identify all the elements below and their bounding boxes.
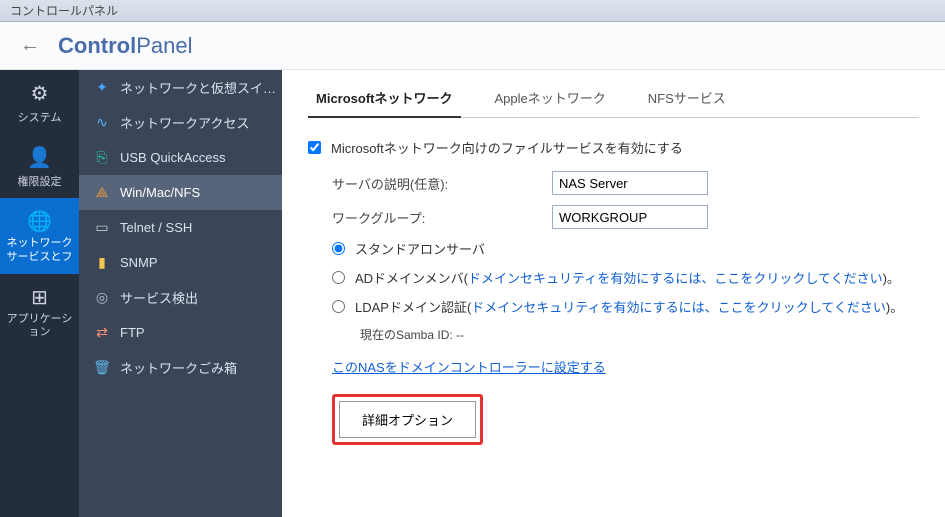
- secondary-nav-item[interactable]: ∿ ネットワークアクセス: [79, 105, 282, 140]
- primary-nav-label: アプリケーション: [0, 313, 79, 341]
- content-panel: Microsoftネットワーク Appleネットワーク NFSサービス Micr…: [282, 70, 945, 517]
- standalone-server-row: スタンドアロンサーバ: [332, 239, 919, 258]
- ldap-domain-security-link[interactable]: ドメインセキュリティを有効にするには、ここをクリックしてください: [471, 300, 886, 315]
- secondary-nav-label: サービス検出: [120, 288, 198, 307]
- secondary-nav-icon: ◎: [93, 289, 111, 306]
- user-icon: 👤: [27, 145, 52, 170]
- secondary-nav-label: FTP: [120, 325, 145, 340]
- secondary-nav: ✦ ネットワークと仮想スイ… ∿ ネットワークアクセス ⎘ USB QuickAccess…: [79, 70, 282, 517]
- set-domain-controller-link[interactable]: このNASをドメインコントローラーに設定する: [332, 357, 606, 376]
- primary-nav-network-services[interactable]: 🌐 ネットワークサービスとフ: [0, 198, 79, 274]
- enable-ms-file-service-checkbox[interactable]: [308, 141, 321, 154]
- primary-nav-label: 権限設定: [18, 173, 62, 189]
- gear-icon: ⚙: [31, 81, 49, 106]
- workgroup-row: ワークグループ:: [332, 205, 919, 229]
- enable-ms-file-service-row: Microsoftネットワーク向けのファイルサービスを有効にする: [308, 138, 919, 157]
- ldap-domain-row: LDAPドメイン認証(ドメインセキュリティを有効にするには、ここをクリックしてく…: [332, 297, 919, 316]
- secondary-nav-icon: ▮: [93, 254, 111, 271]
- samba-id-label: 現在のSamba ID: --: [360, 326, 919, 343]
- header-title: ControlPanel: [58, 33, 192, 59]
- primary-nav: ⚙ システム 👤 権限設定 🌐 ネットワークサービスとフ ⊞ アプリケーション: [0, 70, 79, 517]
- ad-domain-security-link[interactable]: ドメインセキュリティを有効にするには、ここをクリックしてください: [468, 271, 883, 286]
- secondary-nav-label: USB QuickAccess: [120, 150, 225, 165]
- ldap-domain-label: LDAPドメイン認証(ドメインセキュリティを有効にするには、ここをクリックしてく…: [355, 297, 903, 316]
- secondary-nav-icon: ∿: [93, 114, 111, 131]
- standalone-server-label: スタンドアロンサーバ: [355, 239, 485, 258]
- primary-nav-label: ネットワークサービスとフ: [0, 237, 79, 265]
- ldap-domain-radio[interactable]: [332, 300, 345, 313]
- ad-domain-label: ADドメインメンバ(ドメインセキュリティを有効にするには、ここをクリックしてくだ…: [355, 268, 900, 287]
- secondary-nav-item[interactable]: ⟁ Win/Mac/NFS: [79, 175, 282, 210]
- secondary-nav-item[interactable]: ⎘ USB QuickAccess: [79, 140, 282, 175]
- back-arrow-icon[interactable]: ←: [20, 34, 40, 57]
- secondary-nav-item[interactable]: 🗑 ネットワークごみ箱: [79, 350, 282, 385]
- secondary-nav-icon: ⟁: [93, 184, 111, 201]
- standalone-server-radio[interactable]: [332, 242, 345, 255]
- secondary-nav-label: ネットワークアクセス: [120, 113, 249, 132]
- secondary-nav-icon: 🗑: [93, 359, 111, 376]
- header-bar: ← ControlPanel: [0, 22, 945, 70]
- server-settings-grid: サーバの説明(任意): ワークグループ: スタンドアロンサーバ ADドメインメン…: [332, 171, 919, 445]
- secondary-nav-icon: ▭: [93, 219, 111, 236]
- advanced-options-highlight: 詳細オプション: [332, 394, 483, 445]
- ad-domain-row: ADドメインメンバ(ドメインセキュリティを有効にするには、ここをクリックしてくだ…: [332, 268, 919, 287]
- apps-icon: ⊞: [31, 285, 48, 310]
- primary-nav-system[interactable]: ⚙ システム: [0, 70, 79, 134]
- secondary-nav-label: SNMP: [120, 255, 158, 270]
- tab-nfs-service[interactable]: NFSサービス: [640, 88, 734, 118]
- secondary-nav-item[interactable]: ◎ サービス検出: [79, 280, 282, 315]
- secondary-nav-label: ネットワークごみ箱: [120, 358, 237, 377]
- secondary-nav-item[interactable]: ▭ Telnet / SSH: [79, 210, 282, 245]
- primary-nav-permissions[interactable]: 👤 権限設定: [0, 134, 79, 198]
- secondary-nav-label: Telnet / SSH: [120, 220, 192, 235]
- secondary-nav-icon: ⇄: [93, 324, 111, 341]
- server-description-label: サーバの説明(任意):: [332, 174, 552, 193]
- secondary-nav-item[interactable]: ▮ SNMP: [79, 245, 282, 280]
- secondary-nav-icon: ✦: [93, 79, 111, 96]
- secondary-nav-label: ネットワークと仮想スイ…: [120, 78, 276, 97]
- tab-microsoft-network[interactable]: Microsoftネットワーク: [308, 88, 461, 118]
- window-titlebar: コントロールパネル: [0, 0, 945, 22]
- secondary-nav-label: Win/Mac/NFS: [120, 185, 200, 200]
- tabs-bar: Microsoftネットワーク Appleネットワーク NFSサービス: [308, 88, 919, 118]
- window-title: コントロールパネル: [10, 4, 118, 18]
- advanced-options-button[interactable]: 詳細オプション: [339, 401, 476, 438]
- server-description-input[interactable]: [552, 171, 708, 195]
- ad-domain-radio[interactable]: [332, 271, 345, 284]
- globe-icon: 🌐: [27, 209, 52, 234]
- ms-network-section: Microsoftネットワーク向けのファイルサービスを有効にする サーバの説明(…: [308, 138, 919, 445]
- enable-ms-file-service-label: Microsoftネットワーク向けのファイルサービスを有効にする: [331, 138, 683, 157]
- primary-nav-applications[interactable]: ⊞ アプリケーション: [0, 274, 79, 350]
- main-layout: ⚙ システム 👤 権限設定 🌐 ネットワークサービスとフ ⊞ アプリケーション …: [0, 70, 945, 517]
- primary-nav-label: システム: [18, 109, 62, 125]
- tab-apple-network[interactable]: Appleネットワーク: [487, 88, 614, 118]
- workgroup-label: ワークグループ:: [332, 208, 552, 227]
- server-description-row: サーバの説明(任意):: [332, 171, 919, 195]
- secondary-nav-item[interactable]: ⇄ FTP: [79, 315, 282, 350]
- workgroup-input[interactable]: [552, 205, 708, 229]
- secondary-nav-item[interactable]: ✦ ネットワークと仮想スイ…: [79, 70, 282, 105]
- secondary-nav-icon: ⎘: [93, 149, 111, 166]
